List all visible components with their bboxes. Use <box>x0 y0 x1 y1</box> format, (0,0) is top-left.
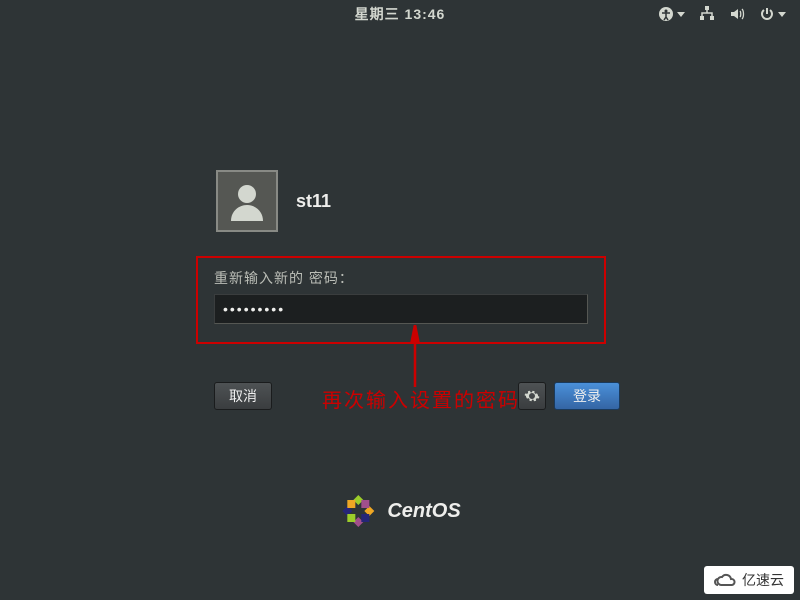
user-header: st11 <box>216 170 610 232</box>
person-icon <box>225 179 269 223</box>
caret-down-icon <box>778 12 786 17</box>
avatar <box>216 170 278 232</box>
volume-icon <box>729 6 745 22</box>
button-row: 取消 登录 <box>214 382 620 410</box>
watermark: 亿速云 <box>704 566 794 594</box>
os-name: CentOS <box>387 500 460 523</box>
power-icon <box>759 6 775 22</box>
network-icon <box>699 6 715 22</box>
login-form: st11 重新输入新的 密码： 再次输入设置的密码 取消 登录 <box>190 170 610 344</box>
login-button[interactable]: 登录 <box>554 382 620 410</box>
power-menu[interactable] <box>759 6 786 22</box>
password-label: 重新输入新的 密码： <box>214 268 588 288</box>
network-menu[interactable] <box>699 6 715 22</box>
gear-icon <box>524 388 540 404</box>
caret-down-icon <box>677 12 685 17</box>
session-options-button[interactable] <box>518 382 546 410</box>
watermark-text: 亿速云 <box>742 570 784 590</box>
annotation-highlight: 重新输入新的 密码： <box>196 256 606 344</box>
top-panel: 星期三 13:46 <box>0 0 800 28</box>
cloud-icon <box>714 572 738 588</box>
system-tray <box>658 6 786 22</box>
username-label: st11 <box>296 191 331 212</box>
volume-menu[interactable] <box>729 6 745 22</box>
os-branding: CentOS <box>339 492 460 530</box>
centos-logo-icon <box>339 492 377 530</box>
accessibility-icon <box>658 6 674 22</box>
accessibility-menu[interactable] <box>658 6 685 22</box>
password-input[interactable] <box>214 294 588 324</box>
cancel-button[interactable]: 取消 <box>214 382 272 410</box>
clock[interactable]: 星期三 13:46 <box>355 4 446 24</box>
